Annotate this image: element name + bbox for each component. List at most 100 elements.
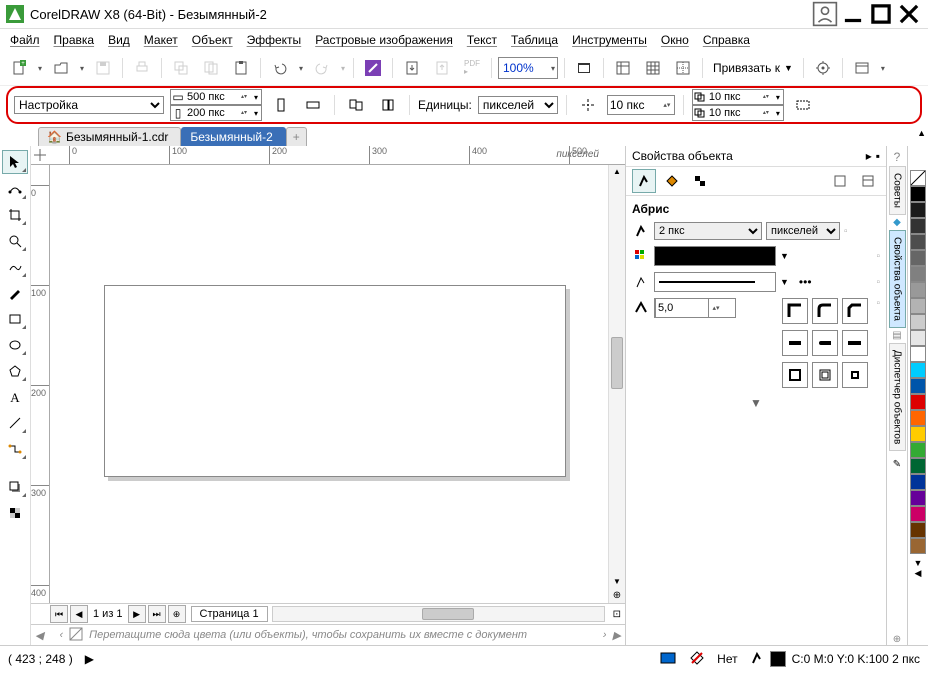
- color-swatch[interactable]: [910, 378, 926, 394]
- artistic-media-tool[interactable]: [3, 282, 27, 304]
- color-swatch[interactable]: [910, 426, 926, 442]
- app-launcher-button[interactable]: [849, 55, 875, 81]
- connector-tool[interactable]: [3, 438, 27, 460]
- color-swatch[interactable]: [910, 218, 926, 234]
- expand-section-button[interactable]: ▼: [632, 396, 880, 410]
- menu-file[interactable]: Файл: [10, 33, 40, 47]
- navigator-button[interactable]: ⊡: [613, 609, 621, 620]
- next-page-button[interactable]: ▶: [128, 605, 146, 623]
- nudge-distance-field[interactable]: ▴▾: [607, 95, 675, 115]
- outline-pen-icon[interactable]: [750, 651, 764, 668]
- add-page-button[interactable]: ⊕: [168, 605, 186, 623]
- page-width-field[interactable]: ▭▴▾▾: [170, 89, 262, 105]
- horizontal-scrollbar[interactable]: [272, 606, 605, 622]
- outline-color-indicator[interactable]: [770, 651, 786, 667]
- vertical-scrollbar[interactable]: ▲ ▼ ⊕: [608, 165, 625, 603]
- menu-effects[interactable]: Эффекты: [247, 33, 302, 47]
- maximize-button[interactable]: [868, 4, 894, 24]
- export-button[interactable]: [429, 55, 455, 81]
- tray-next[interactable]: ▶: [613, 629, 621, 642]
- redo-dropdown[interactable]: ▾: [339, 56, 347, 80]
- page-preset-combo[interactable]: Настройка: [14, 96, 164, 114]
- paste-button[interactable]: [228, 55, 254, 81]
- palette-scroll-up[interactable]: ▲: [917, 128, 926, 138]
- tray-scroll-left[interactable]: ‹: [59, 629, 63, 641]
- duplicate-y-field[interactable]: ▴▾▾: [692, 105, 784, 121]
- outline-units-combo[interactable]: пикселей: [766, 222, 840, 240]
- snap-to-combo[interactable]: Привязать к▼: [709, 58, 797, 78]
- open-button[interactable]: [48, 55, 74, 81]
- color-swatch[interactable]: [910, 410, 926, 426]
- position-outside[interactable]: [782, 362, 808, 388]
- last-page-button[interactable]: ⏭: [148, 605, 166, 623]
- color-swatch[interactable]: [910, 394, 926, 410]
- undo-button[interactable]: [267, 55, 293, 81]
- pick-tool[interactable]: [2, 150, 28, 174]
- palette-scroll-down[interactable]: ▼: [914, 558, 923, 568]
- color-swatch[interactable]: [910, 298, 926, 314]
- add-docker-button[interactable]: ⊕: [893, 634, 901, 645]
- show-grid-button[interactable]: [640, 55, 666, 81]
- no-color-well[interactable]: [910, 170, 926, 186]
- parallel-dim-tool[interactable]: [3, 412, 27, 434]
- account-icon[interactable]: [812, 4, 838, 24]
- menu-layout[interactable]: Макет: [144, 33, 178, 47]
- scroll-mode-button[interactable]: [828, 169, 852, 193]
- menu-tools[interactable]: Инструменты: [572, 33, 647, 47]
- copy-button[interactable]: [198, 55, 224, 81]
- transparency-tool[interactable]: [3, 502, 27, 524]
- portrait-button[interactable]: [268, 92, 294, 118]
- import-button[interactable]: [399, 55, 425, 81]
- tab-mode-button[interactable]: [856, 169, 880, 193]
- crop-tool[interactable]: [3, 204, 27, 226]
- document-tab-active[interactable]: Безымянный-2: [181, 127, 285, 146]
- hints-docker-tab[interactable]: Советы: [889, 166, 906, 215]
- object-properties-docker-tab[interactable]: Свойства объекта: [889, 230, 906, 328]
- menu-bitmap[interactable]: Растровые изображения: [315, 33, 453, 47]
- current-page-button[interactable]: [375, 92, 401, 118]
- first-page-button[interactable]: ⏮: [50, 605, 68, 623]
- color-swatch[interactable]: [910, 314, 926, 330]
- fill-indicator-icon[interactable]: [661, 651, 677, 668]
- publish-pdf-button[interactable]: PDF▸: [459, 55, 485, 81]
- options-button[interactable]: [810, 55, 836, 81]
- treat-as-filled-button[interactable]: [790, 92, 816, 118]
- fill-none-icon[interactable]: [689, 651, 705, 668]
- position-inside[interactable]: [842, 362, 868, 388]
- fullscreen-button[interactable]: [571, 55, 597, 81]
- outline-style-picker[interactable]: [654, 272, 776, 292]
- ruler-horizontal[interactable]: пикселей 0 100 200 300 400 500: [49, 146, 625, 165]
- outline-tab[interactable]: [632, 169, 656, 193]
- cut-button[interactable]: [168, 55, 194, 81]
- corner-miter[interactable]: [782, 298, 808, 324]
- open-dropdown[interactable]: ▾: [78, 56, 86, 80]
- cap-extended[interactable]: [842, 330, 868, 356]
- ruler-vertical[interactable]: 0 100 200 300 400: [31, 165, 50, 603]
- zoom-tool[interactable]: [3, 230, 27, 252]
- polygon-tool[interactable]: [3, 360, 27, 382]
- position-center[interactable]: [812, 362, 838, 388]
- miter-limit-field[interactable]: ▴▾: [654, 298, 736, 318]
- color-swatch[interactable]: [910, 330, 926, 346]
- zoom-level-combo[interactable]: ▾: [498, 57, 558, 79]
- menu-text[interactable]: Текст: [467, 33, 497, 47]
- color-swatch[interactable]: [910, 474, 926, 490]
- fill-tab[interactable]: [660, 169, 684, 193]
- no-color-swatch[interactable]: [69, 627, 83, 644]
- menu-help[interactable]: Справка: [703, 33, 750, 47]
- color-swatch[interactable]: [910, 282, 926, 298]
- app-launcher-dropdown[interactable]: ▾: [879, 56, 887, 80]
- show-rulers-button[interactable]: [610, 55, 636, 81]
- new-dropdown[interactable]: ▾: [36, 56, 44, 80]
- search-content-button[interactable]: [360, 55, 386, 81]
- page-height-field[interactable]: ▯▴▾▾: [170, 105, 262, 121]
- redo-button[interactable]: [309, 55, 335, 81]
- color-swatch[interactable]: [910, 442, 926, 458]
- color-swatch[interactable]: [910, 362, 926, 378]
- color-swatch[interactable]: [910, 202, 926, 218]
- save-button[interactable]: [90, 55, 116, 81]
- outline-color-picker[interactable]: [654, 246, 776, 266]
- color-swatch[interactable]: [910, 490, 926, 506]
- corner-bevel[interactable]: [842, 298, 868, 324]
- all-pages-button[interactable]: [343, 92, 369, 118]
